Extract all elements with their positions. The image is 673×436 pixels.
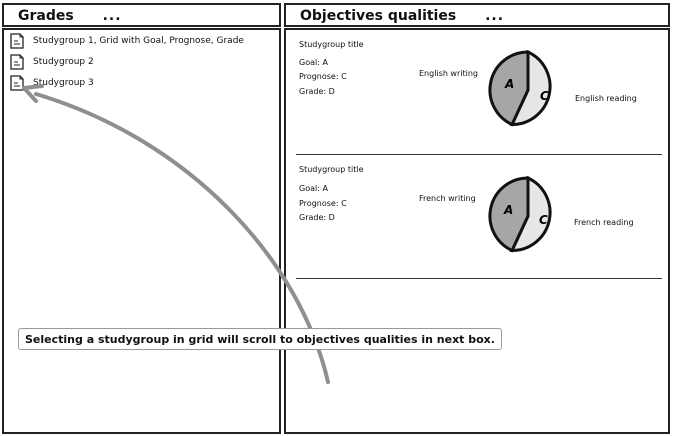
annotation-note: Selecting a studygroup in grid will scro… [18, 328, 502, 350]
annotation-arrow [22, 84, 330, 384]
